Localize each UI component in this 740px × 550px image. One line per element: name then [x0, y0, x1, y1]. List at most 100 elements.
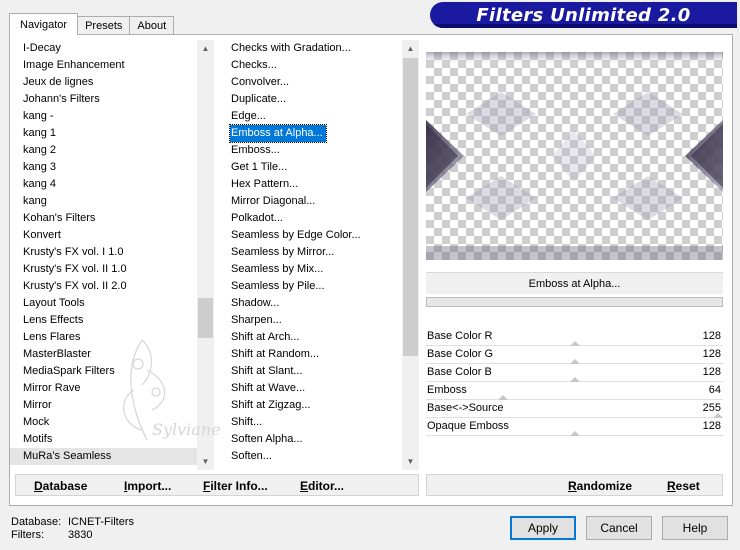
- category-item[interactable]: Motifs: [10, 431, 197, 448]
- progress-bar: [426, 297, 723, 307]
- category-item[interactable]: Mock: [10, 414, 197, 431]
- category-item[interactable]: Kohan's Filters: [10, 210, 197, 227]
- filter-info-button[interactable]: Filter Info...: [203, 479, 268, 493]
- apply-button[interactable]: Apply: [510, 516, 576, 540]
- randomize-button[interactable]: Randomize: [568, 479, 632, 493]
- tab-about[interactable]: About: [129, 16, 175, 35]
- category-item[interactable]: Johann's Filters: [10, 91, 197, 108]
- param-label: Base<->Source: [427, 402, 504, 414]
- category-item[interactable]: Krusty's FX vol. I 1.0: [10, 244, 197, 261]
- filter-item[interactable]: Sharpen...: [226, 312, 402, 329]
- preview-image: [426, 52, 723, 260]
- filter-item[interactable]: Hex Pattern...: [226, 176, 402, 193]
- filter-item[interactable]: Polkadot...: [226, 210, 402, 227]
- param-row[interactable]: Emboss 64: [426, 382, 723, 400]
- param-row[interactable]: Base Color B 128: [426, 364, 723, 382]
- parameter-list: Base Color R 128 Base Color G 128 Base Color…: [426, 328, 723, 436]
- filter-item[interactable]: Soften...: [226, 448, 402, 465]
- param-row[interactable]: Base<->Source 255: [426, 400, 723, 418]
- filter-item[interactable]: Checks with Gradation...: [226, 40, 402, 57]
- scroll-up-icon[interactable]: ▲: [197, 40, 214, 57]
- filter-item[interactable]: Seamless by Mix...: [226, 261, 402, 278]
- filter-item[interactable]: Checks...: [226, 57, 402, 74]
- category-item[interactable]: MuRa's Seamless: [10, 448, 197, 465]
- category-item[interactable]: Lens Effects: [10, 312, 197, 329]
- slider-thumb-icon[interactable]: [570, 431, 581, 436]
- param-value: 128: [702, 366, 721, 378]
- param-label: Emboss: [427, 384, 467, 396]
- tab-navigator[interactable]: Navigator: [9, 13, 79, 35]
- filter-item[interactable]: Emboss...: [226, 142, 402, 159]
- category-item[interactable]: kang 3: [10, 159, 197, 176]
- category-item[interactable]: Jeux de lignes: [10, 74, 197, 91]
- filter-item[interactable]: Edge...: [226, 108, 402, 125]
- selected-filter-name: Emboss at Alpha...: [426, 272, 723, 294]
- category-item[interactable]: Mirror Rave: [10, 380, 197, 397]
- category-item[interactable]: Konvert: [10, 227, 197, 244]
- category-item[interactable]: kang 4: [10, 176, 197, 193]
- category-item[interactable]: kang 2: [10, 142, 197, 159]
- param-label: Base Color B: [427, 366, 492, 378]
- filter-item[interactable]: Shadow...: [226, 295, 402, 312]
- database-button[interactable]: Database: [34, 479, 87, 493]
- filter-item[interactable]: Seamless by Pile...: [226, 278, 402, 295]
- scroll-down-icon[interactable]: ▼: [197, 453, 214, 470]
- category-item[interactable]: kang -: [10, 108, 197, 125]
- filter-item[interactable]: Shift at Zigzag...: [226, 397, 402, 414]
- filter-item[interactable]: Shift...: [226, 414, 402, 431]
- tab-bar: Navigator Presets About: [9, 13, 175, 35]
- category-item[interactable]: Mirror: [10, 397, 197, 414]
- left-toolbar: Database Import... Filter Info... Editor…: [15, 474, 419, 496]
- help-button[interactable]: Help: [662, 516, 728, 540]
- category-item[interactable]: MasterBlaster: [10, 346, 197, 363]
- category-item[interactable]: MediaSpark Filters: [10, 363, 197, 380]
- status-info: Database: ICNET-Filters Filters: 3830: [11, 516, 134, 542]
- param-label: Opaque Emboss: [427, 420, 509, 432]
- param-row[interactable]: Base Color G 128: [426, 346, 723, 364]
- category-item[interactable]: Layout Tools: [10, 295, 197, 312]
- filter-item[interactable]: Get 1 Tile...: [226, 159, 402, 176]
- filters-label: Filters:: [11, 529, 44, 541]
- reset-button[interactable]: Reset: [667, 479, 700, 493]
- filter-item[interactable]: Mirror Diagonal...: [226, 193, 402, 210]
- editor-button[interactable]: Editor...: [300, 479, 344, 493]
- category-item[interactable]: Krusty's FX vol. II 1.0: [10, 261, 197, 278]
- app-title: Filters Unlimited 2.0: [476, 4, 691, 26]
- filter-item[interactable]: Shift at Wave...: [226, 380, 402, 397]
- right-toolbar: Randomize Reset: [426, 474, 723, 496]
- param-row[interactable]: Base Color R 128: [426, 328, 723, 346]
- filter-item[interactable]: Emboss at Alpha...: [229, 124, 327, 143]
- filter-scrollbar[interactable]: ▲ ▼: [402, 40, 419, 470]
- category-item[interactable]: kang 1: [10, 125, 197, 142]
- filter-item[interactable]: Soften Alpha...: [226, 431, 402, 448]
- import-button[interactable]: Import...: [124, 479, 171, 493]
- scroll-down-icon[interactable]: ▼: [402, 453, 419, 470]
- filter-item[interactable]: Duplicate...: [226, 91, 402, 108]
- filter-item[interactable]: Seamless by Edge Color...: [226, 227, 402, 244]
- category-item[interactable]: Lens Flares: [10, 329, 197, 346]
- filter-item[interactable]: Shift at Arch...: [226, 329, 402, 346]
- database-value: ICNET-Filters: [68, 516, 134, 528]
- title-banner: Filters Unlimited 2.0: [430, 2, 737, 28]
- filter-item[interactable]: Shift at Random...: [226, 346, 402, 363]
- filter-list[interactable]: Checks with Gradation... Checks... Convolv…: [226, 40, 419, 470]
- scroll-up-icon[interactable]: ▲: [402, 40, 419, 57]
- filter-item[interactable]: Seamless by Mirror...: [226, 244, 402, 261]
- filters-count: 3830: [68, 529, 93, 541]
- param-value: 128: [702, 348, 721, 360]
- filter-item[interactable]: Shift at Slant...: [226, 363, 402, 380]
- category-list[interactable]: I-Decay Image Enhancement Jeux de lignes Jo…: [10, 40, 214, 470]
- scroll-thumb[interactable]: [198, 298, 213, 338]
- tab-presets[interactable]: Presets: [77, 16, 131, 35]
- param-row[interactable]: Opaque Emboss 128: [426, 418, 723, 436]
- category-item[interactable]: Krusty's FX vol. II 2.0: [10, 278, 197, 295]
- database-label: Database:: [11, 516, 62, 528]
- category-item[interactable]: Image Enhancement: [10, 57, 197, 74]
- param-value: 128: [702, 420, 721, 432]
- category-item[interactable]: kang: [10, 193, 197, 210]
- scroll-thumb[interactable]: [403, 58, 418, 356]
- filter-item[interactable]: Convolver...: [226, 74, 402, 91]
- category-scrollbar[interactable]: ▲ ▼: [197, 40, 214, 470]
- category-item[interactable]: I-Decay: [10, 40, 197, 57]
- cancel-button[interactable]: Cancel: [586, 516, 652, 540]
